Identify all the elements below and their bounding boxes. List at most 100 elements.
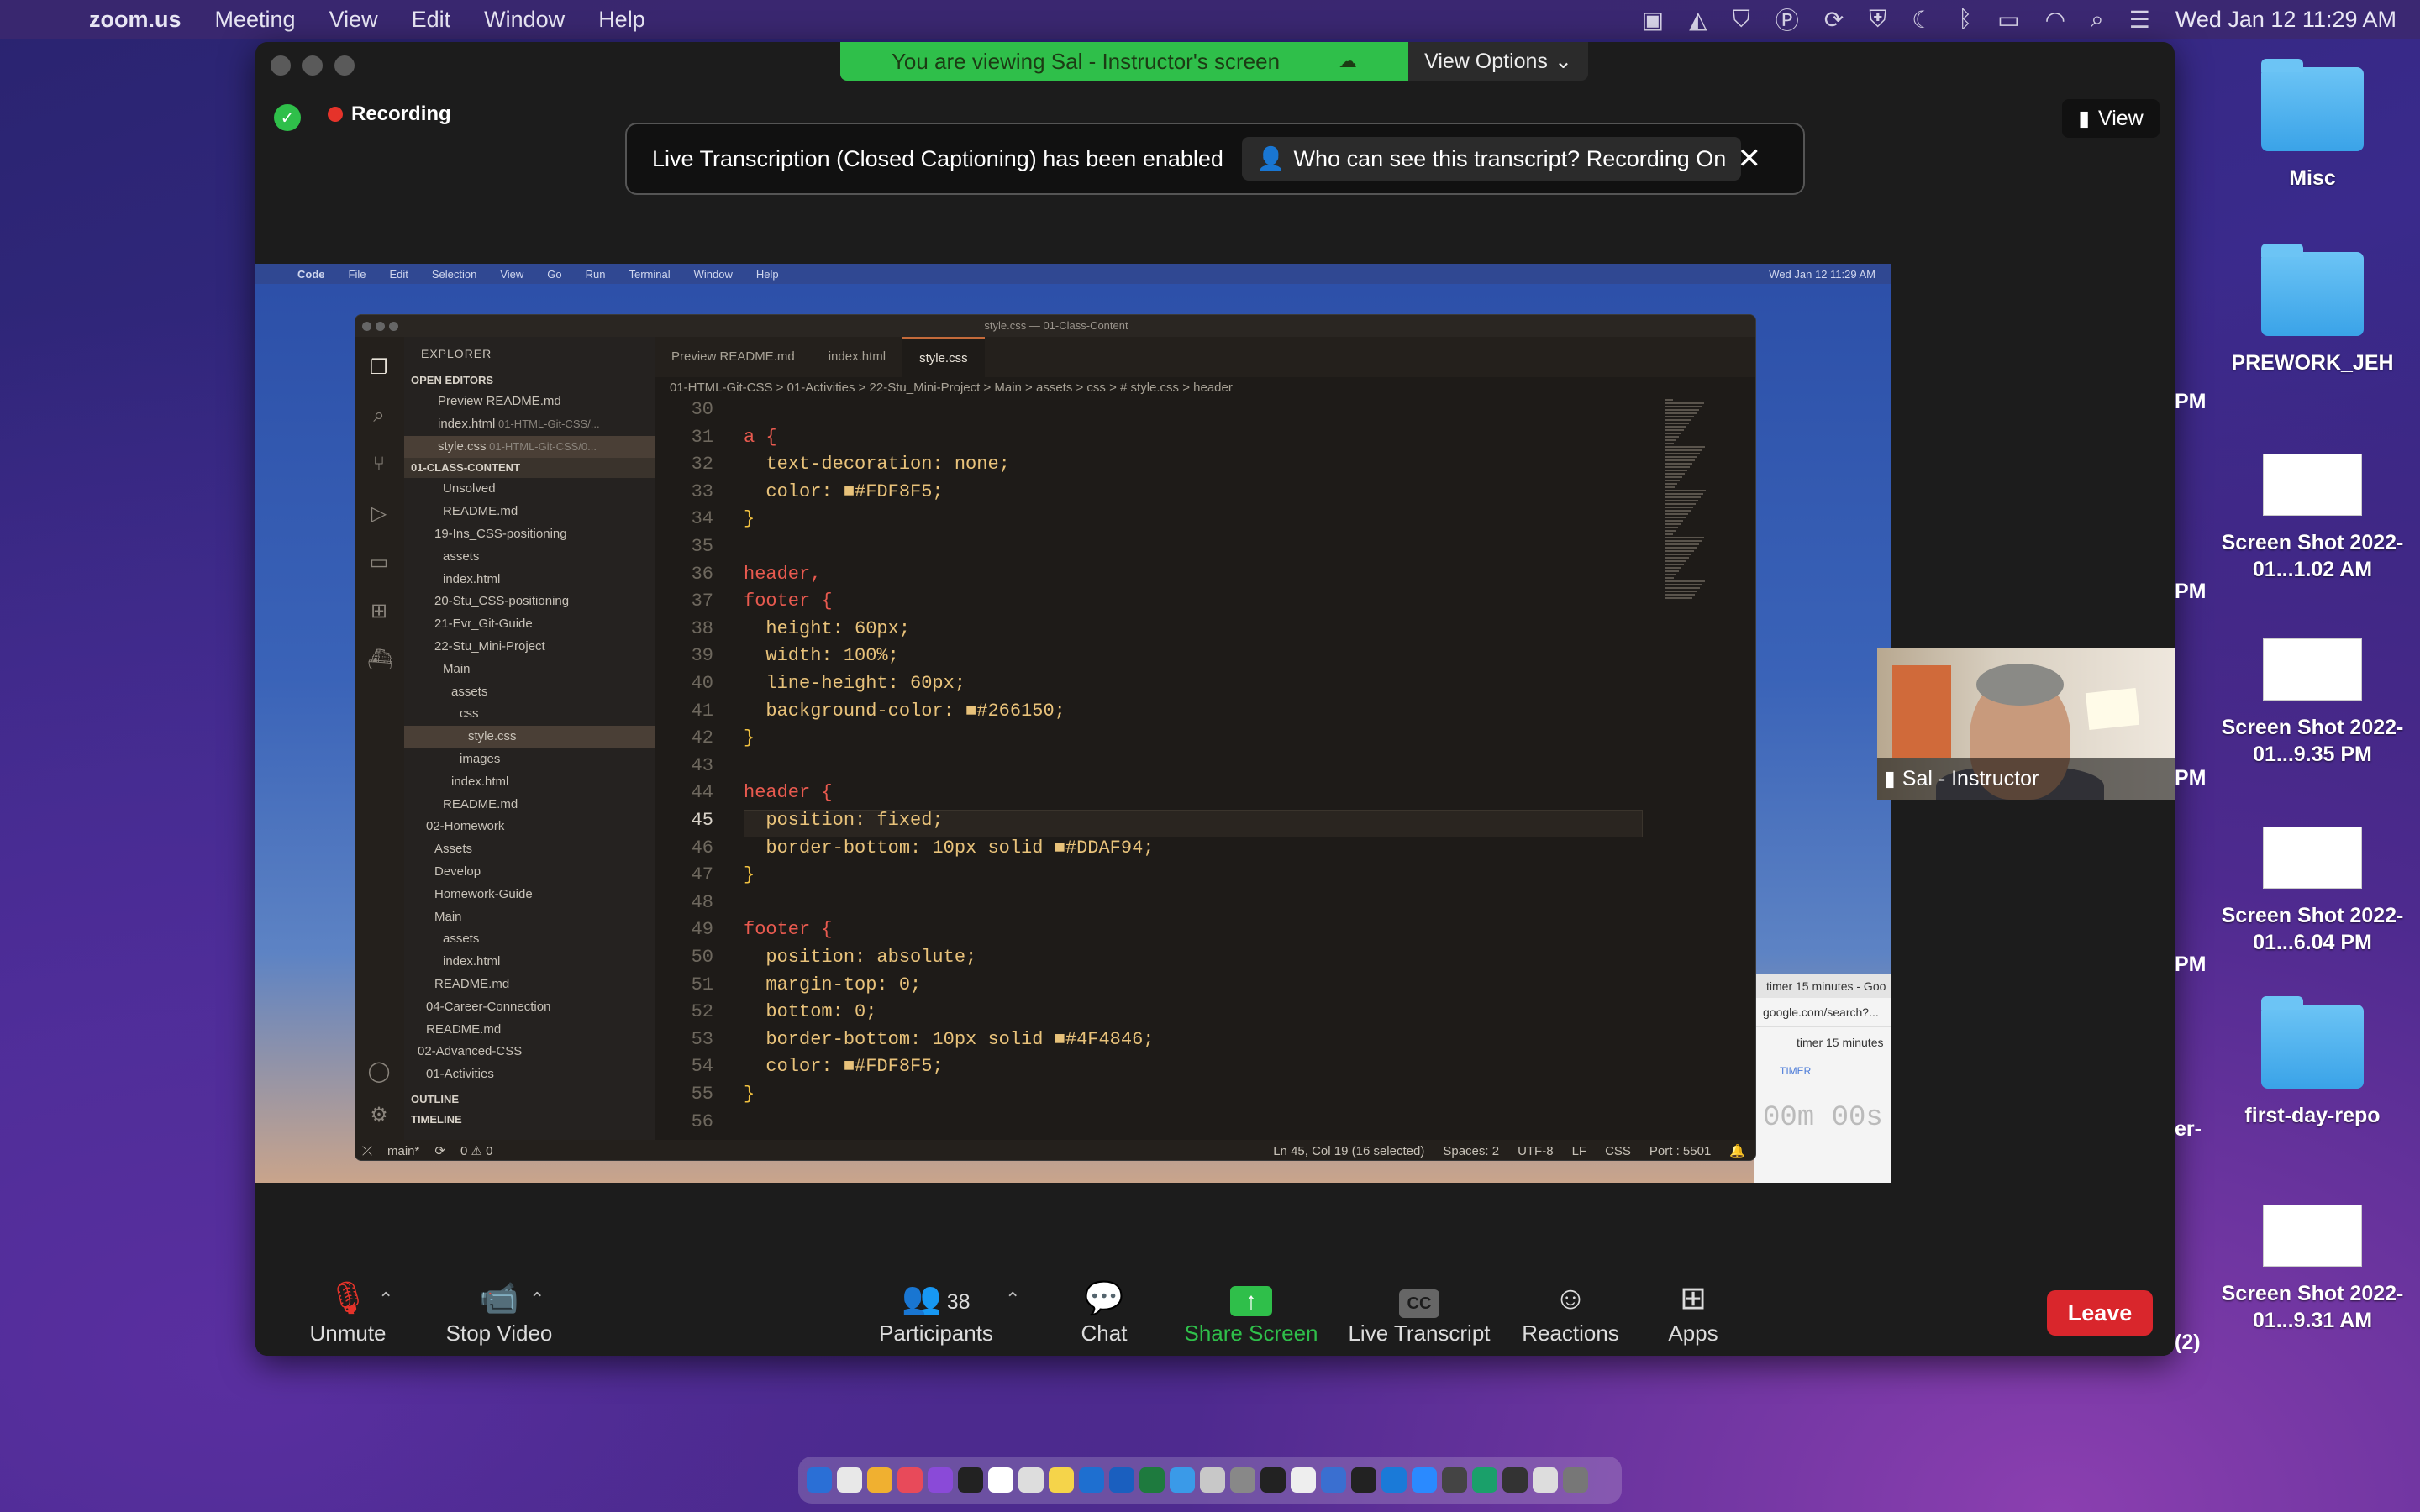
dock-app-icon[interactable] [958,1467,983,1493]
wifi-icon[interactable]: ◠ [2045,6,2065,34]
participants-caret-icon[interactable]: ⌃ [1005,1289,1020,1310]
dock-app-icon[interactable] [1200,1467,1225,1493]
desktop-icon[interactable]: Screen Shot 2022-01...9.35 PM [2212,638,2413,768]
menubar-meeting[interactable]: Meeting [215,7,296,33]
dock-app-icon[interactable] [1260,1467,1286,1493]
file-tree-item: 19-Ins_CSS-positioning [434,526,567,541]
share-screen-button[interactable]: ↑ Share Screen [1180,1277,1323,1356]
privacy-icon[interactable]: ⛨ [1869,6,1886,34]
dock-app-icon[interactable] [1230,1467,1255,1493]
dock-app-icon[interactable] [988,1467,1013,1493]
desktop-icon[interactable]: Misc [2212,59,2413,192]
audio-options-caret-icon[interactable]: ⌃ [378,1289,393,1310]
dock-app-icon[interactable] [928,1467,953,1493]
dock-app-icon[interactable] [1412,1467,1437,1493]
live-transcript-button[interactable]: CC Live Transcript [1339,1277,1499,1356]
desktop-icon[interactable]: Screen Shot 2022-01...9.31 AM [2212,1205,2413,1334]
participants-button[interactable]: 👥 38 Participants [869,1277,1003,1356]
shared-menu-file: File [348,267,366,281]
window-zoom-button[interactable] [334,55,355,76]
dock-app-icon[interactable] [1533,1467,1558,1493]
vpn-icon[interactable]: ◭ [1689,6,1707,34]
desktop-icon-label: PREWORK_JEH [2231,351,2394,375]
dock-app-icon[interactable] [1472,1467,1497,1493]
desktop-edge-label: (2) [2175,1331,2201,1354]
minimap-line [1665,523,1681,525]
dock-app-icon[interactable] [1170,1467,1195,1493]
close-icon[interactable]: ✕ [1738,142,1762,176]
battery-icon[interactable]: ▭ [1997,6,2019,34]
sync-icon[interactable]: ⟳ [1824,6,1844,34]
chat-button[interactable]: 💬 Chat [1062,1277,1146,1356]
dock-app-icon[interactable] [807,1467,832,1493]
desktop-icon[interactable]: Screen Shot 2022-01...6.04 PM [2212,827,2413,956]
viewing-banner-text: You are viewing Sal - Instructor's scree… [891,48,1281,74]
desktop-edge-label: PM [2175,580,2207,603]
dock-app-icon[interactable] [897,1467,923,1493]
dock-app-icon[interactable] [1442,1467,1467,1493]
menubar-clock[interactable]: Wed Jan 12 11:29 AM [2175,7,2396,33]
bluetooth-icon[interactable]: ᛒ [1958,6,1972,33]
minimap-line [1665,540,1702,542]
apps-button[interactable]: ⊞ Apps [1647,1277,1739,1356]
file-tree-item: 02-Advanced-CSS [418,1044,523,1059]
video-options-caret-icon[interactable]: ⌃ [529,1289,544,1310]
outline-section: OUTLINE [411,1093,460,1106]
view-button[interactable]: ▮ View [2062,99,2160,138]
dock-app-icon[interactable] [1351,1467,1376,1493]
window-close-button[interactable] [271,55,291,76]
menubar-app-name[interactable]: zoom.us [89,7,182,33]
p-app-icon[interactable]: Ⓟ [1776,3,1799,36]
menubar-window[interactable]: Window [484,7,565,33]
dock-app-icon[interactable] [1502,1467,1528,1493]
search-icon[interactable]: ⌕ [2091,6,2104,34]
dock-app-icon[interactable] [867,1467,892,1493]
desktop-icon[interactable]: PREWORK_JEH [2212,244,2413,376]
reactions-button[interactable]: ☺ Reactions [1507,1277,1634,1356]
menubar-view[interactable]: View [329,7,378,33]
minimap-line [1665,591,1697,592]
cloud-icon: ☁ [1339,50,1358,71]
dock-app-icon[interactable] [1079,1467,1104,1493]
leave-button[interactable]: Leave [2047,1290,2153,1336]
desktop-icon[interactable]: first-day-repo [2212,996,2413,1129]
moon-icon[interactable]: ☾ [1912,6,1933,34]
dock-app-icon[interactable] [1381,1467,1407,1493]
line-number: 35 [691,536,713,557]
dock-app-icon[interactable] [1291,1467,1316,1493]
explorer-title: EXPLORER [421,347,492,360]
menubar-edit[interactable]: Edit [412,7,451,33]
browser-tab: timer 15 minutes - Goo [1754,974,1891,998]
desktop-icon[interactable]: Screen Shot 2022-01...1.02 AM [2212,454,2413,583]
dock-app-icon[interactable] [1018,1467,1044,1493]
vscode-window: style.css — 01-Class-Content ❐ ⌕ ⑂ ▷ ▭ ⊞… [355,314,1756,1161]
signal-bars-icon: ▮ [1884,767,1896,790]
dock-app-icon[interactable] [1109,1467,1134,1493]
dock-app-icon[interactable] [837,1467,862,1493]
dock-app-icon[interactable] [1139,1467,1165,1493]
desktop-icon-label: Misc [2289,166,2336,190]
window-minimize-button[interactable] [302,55,323,76]
dock-app-icon[interactable] [1321,1467,1346,1493]
zoom-status-icon[interactable]: ▣ [1642,6,1664,34]
file-tree-item: Main [443,661,471,676]
shield-status-icon[interactable]: ⛉ [1733,6,1750,34]
dock-app-icon[interactable] [1049,1467,1074,1493]
shared-menu-code: Code [297,267,325,281]
line-number: 44 [691,782,713,804]
stop-video-button[interactable]: 📹 Stop Video [424,1277,575,1356]
view-options-button[interactable]: View Options ⌄ [1408,42,1588,81]
recording-indicator[interactable]: Recording [328,102,451,126]
line-number: 33 [691,480,713,502]
menubar-help[interactable]: Help [598,7,645,33]
timer-display: 00m 00s [1763,1102,1883,1134]
minimap-line [1665,543,1699,545]
transcript-visibility-button[interactable]: 👤 Who can see this transcript? Recording … [1241,137,1742,181]
dock-app-icon[interactable] [1563,1467,1588,1493]
code-line: bottom: 0; [744,1001,877,1023]
participant-video[interactable]: ▮ Sal - Instructor [1877,648,2175,800]
zoom-window: You are viewing Sal - Instructor's scree… [255,42,2175,1356]
control-center-icon[interactable]: ☰ [2129,6,2150,34]
security-shield-icon[interactable]: ✓ [274,104,301,131]
screenshot-thumbnail-icon [2263,1205,2362,1267]
